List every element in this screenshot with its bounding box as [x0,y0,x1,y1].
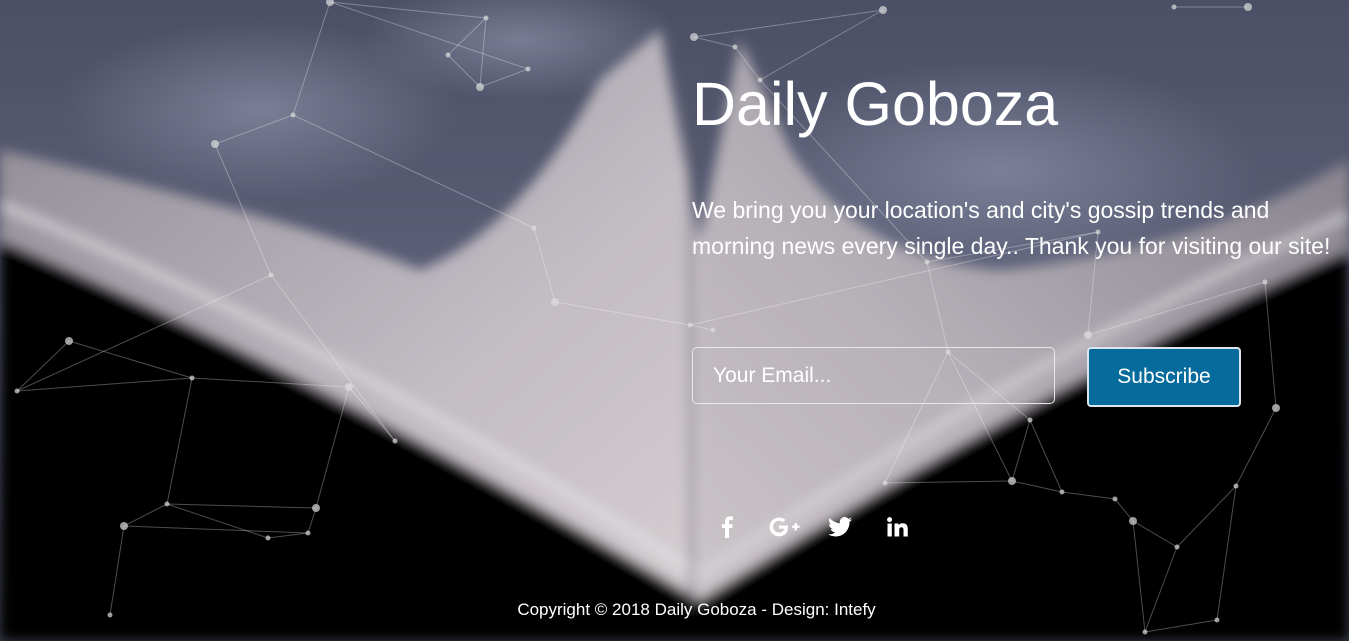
network-node [732,44,738,50]
network-node [1272,404,1280,412]
network-node [476,83,484,91]
network-node [189,375,195,381]
network-node [1027,417,1033,423]
network-node [392,438,398,444]
facebook-icon [721,516,733,538]
network-node [65,337,73,345]
network-node [882,480,888,486]
network-node [690,33,698,41]
google-plus-icon [768,516,800,538]
network-node [687,322,693,328]
network-node [1084,331,1092,339]
network-node [1008,477,1016,485]
network-node [1112,496,1118,502]
twitter-icon [828,517,852,537]
network-node [1174,544,1180,550]
network-node [120,522,128,530]
facebook-link[interactable] [712,510,742,544]
network-node [265,535,271,541]
network-node [14,388,20,394]
network-node [445,52,451,58]
network-node [1059,489,1065,495]
network-node [305,530,311,536]
subscribe-button[interactable]: Subscribe [1087,347,1241,407]
network-node [1171,4,1177,10]
network-node [1142,629,1148,635]
network-node [268,272,274,278]
network-node [1262,279,1268,285]
network-node [551,298,559,306]
footer-copyright: Copyright © 2018 Daily Goboza - Design: … [517,600,876,619]
network-node [164,501,170,507]
network-node [531,225,537,231]
site-title: Daily Goboza [692,70,1059,138]
network-node [290,112,296,118]
network-node [525,66,531,72]
linkedin-icon [886,517,908,537]
google-plus-link[interactable] [764,510,804,544]
network-node [312,504,320,512]
background-image [0,0,1349,641]
linkedin-link[interactable] [882,510,912,544]
network-node [483,15,489,21]
network-node [710,327,716,333]
twitter-link[interactable] [824,510,856,544]
network-node [211,140,219,148]
email-input[interactable] [692,347,1055,404]
network-node [1129,517,1137,525]
network-node [879,6,887,14]
network-node [1233,483,1239,489]
network-node [345,383,353,391]
network-node [1244,3,1252,11]
site-tagline: We bring you your location's and city's … [692,197,1331,259]
